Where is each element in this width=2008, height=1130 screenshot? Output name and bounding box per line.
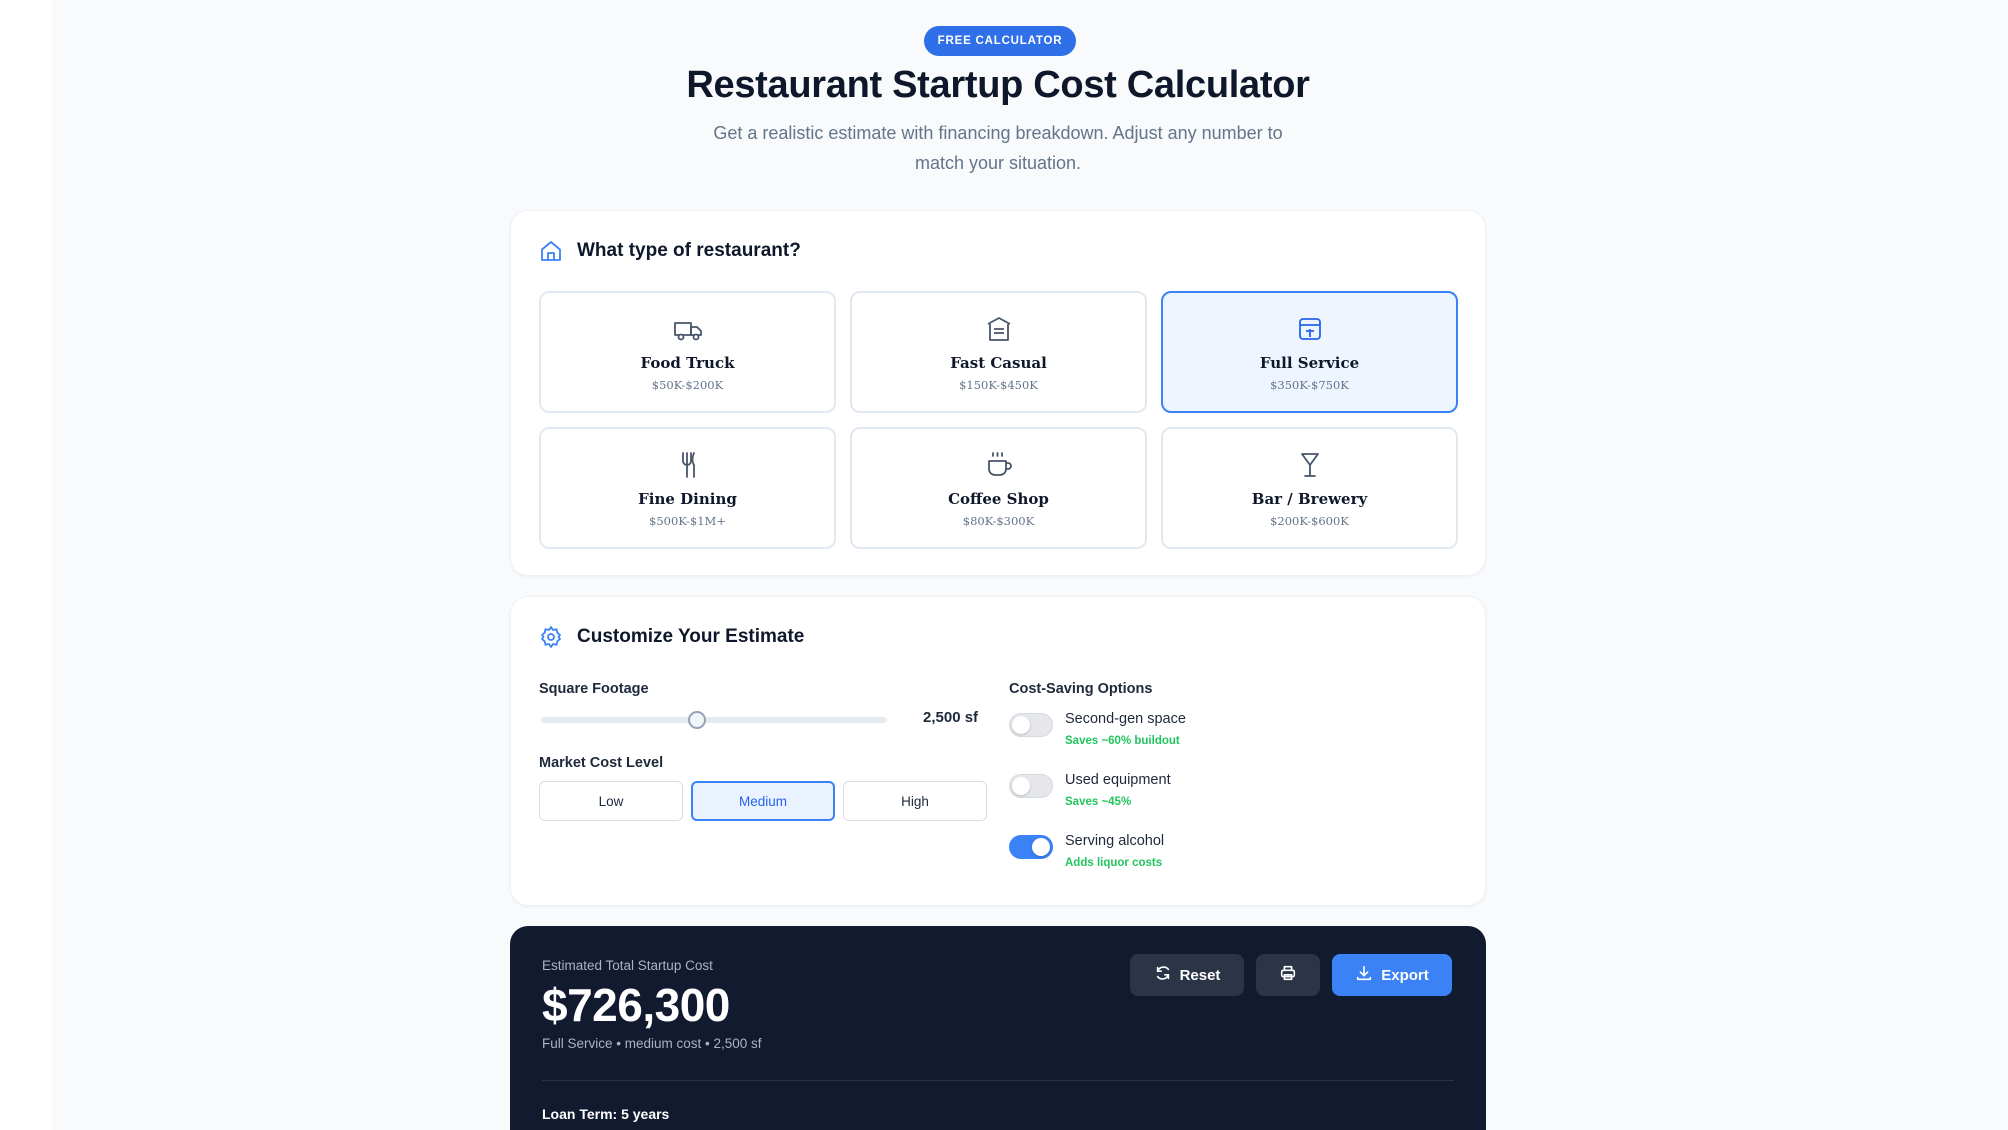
- page-subtitle: Get a realistic estimate with financing …: [713, 123, 1283, 173]
- type-option-full-service[interactable]: Full Service $350K-$750K: [1161, 291, 1458, 413]
- market-option-medium[interactable]: Medium: [691, 781, 835, 821]
- square-footage-slider[interactable]: [541, 717, 887, 723]
- restaurant-type-grid: Food Truck $50K-$200K Fast Casual $150K-…: [539, 291, 1459, 549]
- square-footage-slider-thumb[interactable]: [687, 711, 706, 729]
- home-icon: [539, 239, 563, 263]
- page-title: Restaurant Startup Cost Calculator: [686, 64, 1310, 106]
- type-name: Bar / Brewery: [1251, 490, 1368, 508]
- type-range: $80K-$300K: [962, 514, 1035, 528]
- type-name: Food Truck: [640, 354, 735, 372]
- toggle-knob: [1012, 777, 1030, 795]
- dining-table-icon: [1293, 312, 1327, 346]
- type-option-coffee-shop[interactable]: Coffee Shop $80K-$300K: [850, 427, 1147, 549]
- total-cost-value: $726,300: [542, 979, 730, 1031]
- cocktail-glass-icon: [1293, 448, 1327, 482]
- market-option-high[interactable]: High: [843, 781, 987, 821]
- used-equipment-toggle[interactable]: [1009, 774, 1053, 798]
- type-range: $150K-$450K: [959, 378, 1038, 392]
- export-button[interactable]: Export: [1332, 954, 1452, 996]
- coffee-cup-icon: [982, 448, 1016, 482]
- total-description: Full Service • medium cost • 2,500 sf: [542, 1036, 762, 1051]
- type-range: $50K-$200K: [651, 378, 724, 392]
- toggle-knob: [1032, 838, 1050, 856]
- serving-alcohol-toggle[interactable]: [1009, 835, 1053, 859]
- option-second-gen-space: Second-gen space Saves ~60% buildout: [1009, 709, 1186, 747]
- truck-icon: [671, 312, 705, 346]
- reset-button[interactable]: Reset: [1130, 954, 1244, 996]
- option-note: Adds liquor costs: [1065, 857, 1163, 869]
- type-range: $350K-$750K: [1270, 378, 1349, 392]
- option-label: Second-gen space: [1065, 711, 1186, 727]
- calculator-page: FREE CALCULATOR Restaurant Startup Cost …: [0, 0, 1996, 1130]
- type-range: $500K-$1M+: [649, 514, 726, 528]
- type-name: Fast Casual: [950, 354, 1047, 372]
- customize-card: Customize Your Estimate Square Footage 2…: [510, 596, 1486, 906]
- second-gen-space-toggle[interactable]: [1009, 713, 1053, 737]
- option-serving-alcohol: Serving alcohol Adds liquor costs: [1009, 831, 1164, 869]
- type-option-fast-casual[interactable]: Fast Casual $150K-$450K: [850, 291, 1147, 413]
- print-button[interactable]: [1256, 954, 1320, 996]
- type-range: $200K-$600K: [1270, 514, 1349, 528]
- option-used-equipment: Used equipment Saves ~45%: [1009, 770, 1171, 808]
- option-label: Used equipment: [1065, 772, 1171, 788]
- reset-label: Reset: [1179, 966, 1221, 984]
- refresh-icon: [1154, 964, 1172, 986]
- square-footage-label: Square Footage: [539, 681, 649, 697]
- total-label: Estimated Total Startup Cost: [542, 958, 713, 973]
- customize-title: Customize Your Estimate: [577, 626, 805, 647]
- toggle-knob: [1012, 716, 1030, 734]
- fork-icon: [671, 448, 705, 482]
- result-panel: Estimated Total Startup Cost $726,300 Fu…: [510, 926, 1486, 1130]
- type-option-food-truck[interactable]: Food Truck $50K-$200K: [539, 291, 836, 413]
- free-calculator-badge: FREE CALCULATOR: [924, 26, 1076, 56]
- option-label: Serving alcohol: [1065, 833, 1165, 849]
- type-option-fine-dining[interactable]: Fine Dining $500K-$1M+: [539, 427, 836, 549]
- market-cost-label: Market Cost Level: [539, 755, 664, 771]
- type-name: Coffee Shop: [948, 490, 1049, 508]
- loan-term-label: Loan Term: 5 years: [542, 1106, 670, 1122]
- square-footage-value: 2,500 sf: [923, 709, 979, 726]
- type-option-bar-brewery[interactable]: Bar / Brewery $200K-$600K: [1161, 427, 1458, 549]
- store-icon: [982, 312, 1016, 346]
- printer-icon: [1279, 964, 1297, 986]
- market-option-low[interactable]: Low: [539, 781, 683, 821]
- option-note: Saves ~45%: [1065, 796, 1132, 808]
- customize-header: Customize Your Estimate: [539, 625, 804, 649]
- gear-icon: [539, 625, 563, 649]
- cost-saving-label: Cost-Saving Options: [1009, 681, 1153, 697]
- type-name: Fine Dining: [638, 490, 737, 508]
- option-note: Saves ~60% buildout: [1065, 735, 1180, 747]
- restaurant-type-header: What type of restaurant?: [539, 239, 801, 263]
- result-divider: [542, 1080, 1454, 1081]
- export-label: Export: [1381, 966, 1429, 984]
- type-name: Full Service: [1259, 354, 1360, 372]
- restaurant-type-card: What type of restaurant? Food Truck $50K…: [510, 210, 1486, 576]
- restaurant-type-title: What type of restaurant?: [577, 240, 801, 261]
- download-icon: [1355, 964, 1373, 986]
